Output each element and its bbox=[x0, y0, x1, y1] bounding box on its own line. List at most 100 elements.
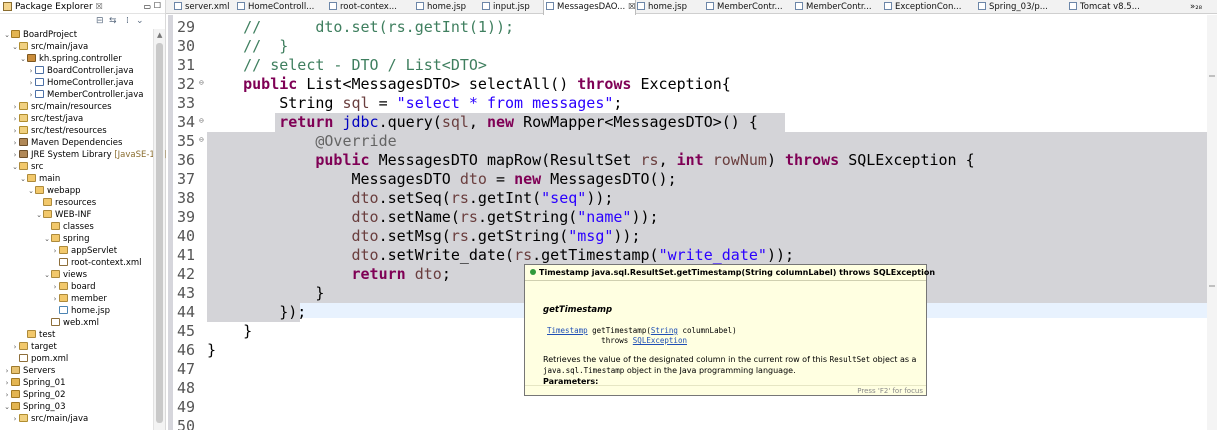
code-line[interactable]: // select - DTO / List<DTO> bbox=[207, 56, 487, 75]
expanded-chevron-icon[interactable]: ⌄ bbox=[43, 233, 51, 245]
tree-item[interactable]: pom.xml bbox=[0, 353, 152, 365]
overview-marker[interactable] bbox=[1209, 75, 1215, 77]
tree-item[interactable]: › Spring_01 bbox=[0, 377, 152, 389]
tree-item[interactable]: ⌄ src bbox=[0, 161, 152, 173]
editor-tab[interactable]: MessagesDAO... ☒ bbox=[543, 0, 637, 15]
collapsed-chevron-icon[interactable]: › bbox=[11, 101, 19, 113]
expanded-chevron-icon[interactable]: ⌄ bbox=[3, 29, 11, 41]
close-icon[interactable]: ☒ bbox=[96, 2, 103, 11]
code-line[interactable]: return dto; bbox=[207, 265, 451, 284]
tree-item[interactable]: ⌄ Spring_03 bbox=[0, 401, 152, 413]
collapsed-chevron-icon[interactable]: › bbox=[51, 293, 59, 305]
tree-item[interactable]: classes bbox=[0, 221, 152, 233]
expanded-chevron-icon[interactable]: ⌄ bbox=[19, 173, 27, 185]
tree-item[interactable]: › JRE System Library [JavaSE-1.8] bbox=[0, 149, 166, 161]
tree-item[interactable]: › src/test/java bbox=[0, 113, 152, 125]
tree-item[interactable]: › member bbox=[0, 293, 152, 305]
tree-item[interactable]: › MemberController.java bbox=[0, 89, 152, 101]
code-line[interactable]: dto.setName(rs.getString("name")); bbox=[207, 208, 659, 227]
expanded-chevron-icon[interactable]: ⌄ bbox=[19, 53, 27, 65]
explorer-scrollbar[interactable]: ▲ bbox=[153, 29, 165, 430]
tree-item[interactable]: test bbox=[0, 329, 152, 341]
editor-tab[interactable]: MemberContr... bbox=[793, 0, 872, 14]
tree-item[interactable]: ⌄ src/main/java bbox=[0, 41, 152, 53]
tree-item[interactable]: › src/main/java bbox=[0, 413, 152, 425]
tree-item[interactable]: resources bbox=[0, 197, 152, 209]
fold-toggle-icon[interactable]: ⊖ bbox=[199, 111, 204, 130]
tree-item[interactable]: › src/main/resources bbox=[0, 101, 152, 113]
maximize-icon[interactable]: ☐ bbox=[154, 1, 161, 10]
collapsed-chevron-icon[interactable]: › bbox=[11, 341, 19, 353]
tree-item[interactable]: › HomeController.java bbox=[0, 77, 152, 89]
editor-tab[interactable]: Spring_03/p... bbox=[976, 0, 1048, 14]
collapsed-chevron-icon[interactable]: › bbox=[3, 389, 11, 401]
tree-item[interactable]: root-context.xml bbox=[0, 257, 152, 269]
tree-item[interactable]: ⌄ spring bbox=[0, 233, 152, 245]
code-line[interactable]: dto.setSeq(rs.getInt("seq")); bbox=[207, 189, 614, 208]
code-line[interactable]: dto.setWrite_date(rs.getTimestamp("write… bbox=[207, 246, 795, 265]
tree-item[interactable]: ⌄ webapp bbox=[0, 185, 152, 197]
code-line[interactable]: public MessagesDTO mapRow(ResultSet rs, … bbox=[207, 151, 974, 170]
view-menu-icon[interactable]: ⌄ bbox=[136, 16, 144, 26]
fold-toggle-icon[interactable]: ⊖ bbox=[199, 73, 204, 92]
tree-item[interactable]: › Spring_02 bbox=[0, 389, 152, 401]
tree-item[interactable]: › BoardController.java bbox=[0, 65, 152, 77]
code-line[interactable]: }); bbox=[207, 303, 306, 322]
tree-item[interactable]: ⌄ WEB-INF bbox=[0, 209, 152, 221]
code-line[interactable]: String sql = "select * from messages"; bbox=[207, 94, 622, 113]
tree-item[interactable]: ⌄ main bbox=[0, 173, 152, 185]
tree-item[interactable]: home.jsp bbox=[0, 305, 152, 317]
collapsed-chevron-icon[interactable]: › bbox=[51, 245, 59, 257]
link-with-editor-icon[interactable]: ⇆ bbox=[109, 16, 117, 26]
string-type-link[interactable]: String bbox=[651, 326, 678, 335]
code-line[interactable]: } bbox=[207, 322, 252, 341]
code-line[interactable]: MessagesDTO dto = new MessagesDTO(); bbox=[207, 170, 676, 189]
editor-tab[interactable]: ExceptionCon... bbox=[882, 0, 961, 14]
collapsed-chevron-icon[interactable]: › bbox=[11, 113, 19, 125]
minimize-icon[interactable]: ▭ bbox=[143, 2, 151, 11]
overview-marker[interactable] bbox=[1209, 285, 1215, 287]
code-line[interactable]: @Override bbox=[207, 132, 396, 151]
tree-item[interactable]: › target bbox=[0, 341, 152, 353]
tree-item[interactable]: › board bbox=[0, 281, 152, 293]
tree-item[interactable]: ⌄ views bbox=[0, 269, 152, 281]
editor-tab[interactable]: MemberContr... bbox=[704, 0, 783, 14]
code-line[interactable]: } bbox=[207, 341, 216, 360]
collapsed-chevron-icon[interactable]: › bbox=[27, 77, 35, 89]
code-line[interactable]: // dto.set(rs.getInt(1)); bbox=[207, 18, 514, 37]
expanded-chevron-icon[interactable]: ⌄ bbox=[35, 209, 43, 221]
tree-item[interactable]: ⌄ BoardProject bbox=[0, 29, 152, 41]
collapsed-chevron-icon[interactable]: › bbox=[11, 413, 19, 425]
editor-tab[interactable]: server.xml bbox=[172, 0, 230, 14]
tree-item[interactable]: web.xml bbox=[0, 317, 152, 329]
code-line[interactable]: // } bbox=[207, 37, 288, 56]
tree-item[interactable]: › Servers bbox=[0, 365, 152, 377]
tree-item[interactable]: ⌄ kh.spring.controller bbox=[0, 53, 152, 65]
tree-item[interactable]: › appServlet bbox=[0, 245, 152, 257]
expanded-chevron-icon[interactable]: ⌄ bbox=[11, 41, 19, 53]
editor-tab[interactable]: home.jsp bbox=[635, 0, 687, 14]
editor-tab[interactable]: HomeControll... bbox=[235, 0, 314, 14]
tree-item[interactable]: › src/test/resources bbox=[0, 125, 152, 137]
expanded-chevron-icon[interactable]: ⌄ bbox=[27, 185, 35, 197]
collapsed-chevron-icon[interactable]: › bbox=[3, 377, 11, 389]
collapsed-chevron-icon[interactable]: › bbox=[51, 281, 59, 293]
editor-tab[interactable]: home.jsp bbox=[414, 0, 466, 14]
collapsed-chevron-icon[interactable]: › bbox=[27, 89, 35, 101]
code-line[interactable]: public List<MessagesDTO> selectAll() thr… bbox=[207, 75, 731, 94]
scroll-up-icon[interactable]: ▲ bbox=[157, 31, 162, 39]
collapsed-chevron-icon[interactable]: › bbox=[11, 125, 19, 137]
collapsed-chevron-icon[interactable]: › bbox=[27, 65, 35, 77]
fold-toggle-icon[interactable]: ⊖ bbox=[199, 130, 204, 149]
timestamp-type-link[interactable]: Timestamp bbox=[547, 326, 588, 335]
expanded-chevron-icon[interactable]: ⌄ bbox=[43, 269, 51, 281]
editor-tab[interactable]: input.jsp bbox=[480, 0, 530, 14]
code-line[interactable]: return jdbc.query(sql, new RowMapper<Mes… bbox=[207, 113, 758, 132]
code-line[interactable]: } bbox=[207, 284, 324, 303]
tree-item[interactable]: › Maven Dependencies bbox=[0, 137, 152, 149]
collapsed-chevron-icon[interactable]: › bbox=[3, 365, 11, 377]
expanded-chevron-icon[interactable]: ⌄ bbox=[3, 401, 11, 413]
editor-tab[interactable]: »₂₈ bbox=[1188, 0, 1202, 14]
explorer-scroll-thumb[interactable] bbox=[156, 43, 163, 423]
collapsed-chevron-icon[interactable]: › bbox=[11, 149, 19, 161]
